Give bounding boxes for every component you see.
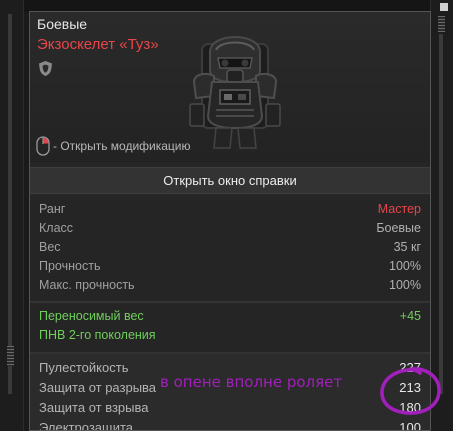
stat-label: Защита от взрыва <box>39 400 149 415</box>
stat-row-max-durability: Макс. прочность 100% <box>30 276 430 295</box>
stat-label: Класс <box>39 221 74 235</box>
stat-label: Вес <box>39 240 61 254</box>
stat-value: 35 кг <box>393 240 421 254</box>
stat-row-rank: Ранг Мастер <box>30 200 430 219</box>
tooltip-header: Боевые Экзоскелет «Туз» - Открыть модифи… <box>30 12 430 162</box>
item-tooltip: Боевые Экзоскелет «Туз» - Открыть модифи… <box>29 11 431 431</box>
exoskeleton-armor-icon <box>189 36 281 149</box>
stat-row-durability: Прочность 100% <box>30 257 430 276</box>
stat-value: 100 <box>399 420 421 431</box>
mouse-right-click-icon <box>36 136 50 156</box>
stat-row-explosion-protection: Защита от взрыва 180 <box>30 398 430 418</box>
stat-label: Защита от разрыва <box>39 380 157 395</box>
corner-marker-icon <box>440 3 448 11</box>
item-category: Боевые <box>37 16 88 32</box>
annotation-circle <box>380 367 441 415</box>
stat-value: 100% <box>389 278 421 292</box>
left-scrollbar[interactable] <box>0 0 24 431</box>
stat-label: Переносимый вес <box>39 309 144 323</box>
annotation-text: в опене вполне роляет <box>160 373 343 391</box>
stat-value: Мастер <box>377 202 421 216</box>
modification-hint: - Открыть модификацию <box>36 136 191 156</box>
bonus-stats: Переносимый вес +45 ПНВ 2-го поколения <box>30 303 430 352</box>
stat-label: Прочность <box>39 259 101 273</box>
right-scroll-grip[interactable] <box>438 16 445 32</box>
stat-label: Макс. прочность <box>39 278 135 292</box>
stat-value: 100% <box>389 259 421 273</box>
stat-label: Ранг <box>39 202 66 216</box>
stat-row-night-vision: ПНВ 2-го поколения <box>30 326 430 345</box>
stat-value: +45 <box>399 309 421 323</box>
stat-row-electro-protection: Электрозащита 100 <box>30 418 430 431</box>
protection-stats: Пулестойкость 227 Защита от разрыва 213 … <box>30 354 430 431</box>
stat-row-carry-weight: Переносимый вес +45 <box>30 307 430 326</box>
left-scroll-track[interactable] <box>8 14 12 394</box>
stat-label: ПНВ 2-го поколения <box>39 328 156 342</box>
mod-hint-label: - Открыть модификацию <box>53 139 191 153</box>
basic-stats: Ранг Мастер Класс Боевые Вес 35 кг Прочн… <box>30 200 430 300</box>
open-help-button[interactable]: Открыть окно справки <box>30 167 430 194</box>
stat-label: Электрозащита <box>39 420 134 431</box>
stat-label: Пулестойкость <box>39 360 129 375</box>
stat-row-class: Класс Боевые <box>30 219 430 238</box>
shield-icon <box>39 61 52 76</box>
item-name: Экзоскелет «Туз» <box>37 36 159 53</box>
stat-row-weight: Вес 35 кг <box>30 238 430 257</box>
right-scroll-track[interactable] <box>439 34 443 394</box>
left-scroll-grip[interactable] <box>7 346 14 366</box>
stat-value: Боевые <box>376 221 421 235</box>
game-inventory-screen: Боевые Экзоскелет «Туз» - Открыть модифи… <box>0 0 453 431</box>
